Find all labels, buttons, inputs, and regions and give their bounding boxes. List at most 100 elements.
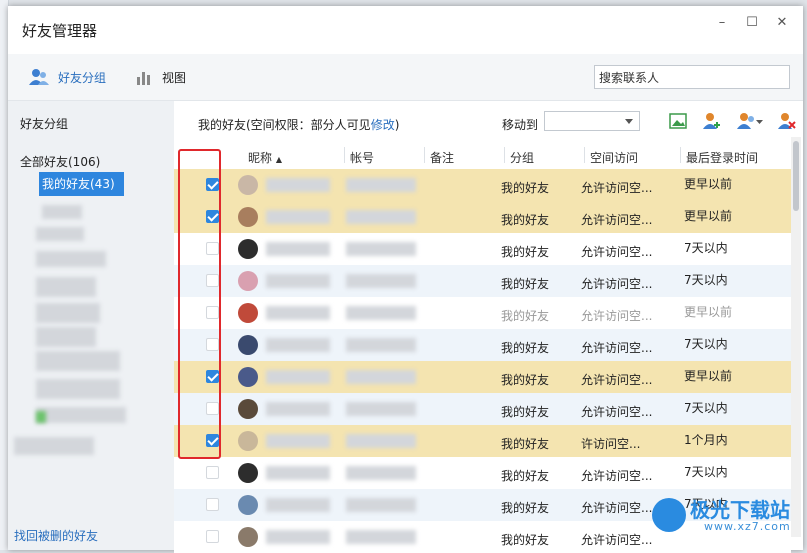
scrollbar-thumb[interactable] <box>793 141 799 211</box>
add-friend-icon[interactable] <box>702 111 722 131</box>
space-access-cell: 允许访问空... <box>581 277 653 291</box>
avatar <box>238 239 258 259</box>
blurred-account <box>346 530 416 544</box>
maximize-icon[interactable]: ☐ <box>741 12 763 34</box>
checkbox-highlight-box <box>178 149 221 459</box>
avatar <box>238 335 258 355</box>
sidebar-item-all-friends[interactable]: 全部好友(106) <box>20 153 100 170</box>
title-bar: 好友管理器 – ☐ ✕ <box>8 6 803 54</box>
blurred-group-item[interactable] <box>36 277 96 297</box>
sidebar: 好友分组 全部好友(106) 我的好友(43) 找回被删的好友 <box>8 101 175 550</box>
blurred-group-item[interactable] <box>14 437 94 455</box>
blurred-group-item[interactable] <box>42 205 82 219</box>
column-last-login[interactable]: 最后登录时间 <box>686 149 758 166</box>
watermark-icon <box>652 498 686 532</box>
space-access-cell: 允许访问空... <box>581 469 653 483</box>
avatar <box>238 431 258 451</box>
group-cell: 我的好友 <box>501 469 550 483</box>
column-remark[interactable]: 备注 <box>430 149 454 166</box>
blurred-account <box>346 178 416 192</box>
window-title: 好友管理器 <box>22 22 98 40</box>
table-row[interactable]: 我的好友 允许访问空... 更早以前 <box>174 201 791 233</box>
blurred-account <box>346 434 416 448</box>
last-login-cell: 更早以前 <box>684 177 733 191</box>
group-cell: 我的好友 <box>501 341 550 355</box>
space-access-cell: 允许访问空... <box>581 309 653 323</box>
space-access-cell: 允许访问空... <box>581 181 653 195</box>
watermark-url: www.xz7.com <box>704 520 791 533</box>
column-space-access[interactable]: 空间访问 <box>590 149 638 166</box>
blurred-account <box>346 402 416 416</box>
sort-up-icon: ▲ <box>275 155 282 164</box>
blurred-group-item[interactable] <box>36 327 96 347</box>
last-login-cell: 更早以前 <box>684 369 733 383</box>
green-status-icon <box>36 411 46 423</box>
blurred-account <box>346 466 416 480</box>
row-checkbox[interactable] <box>206 498 219 511</box>
blurred-group-item[interactable] <box>36 227 84 241</box>
blurred-nickname <box>266 242 330 256</box>
group-cell: 我的好友 <box>501 373 550 387</box>
blurred-group-item[interactable] <box>36 407 126 423</box>
move-to-dropdown[interactable] <box>544 111 640 131</box>
table-row[interactable]: 我的好友 允许访问空... 7天以内 <box>174 457 791 489</box>
table-row[interactable]: 我的好友 许访问空... 1个月内 <box>174 425 791 457</box>
blurred-nickname <box>266 274 330 288</box>
table-row[interactable]: 我的好友 允许访问空... 7天以内 <box>174 393 791 425</box>
last-login-cell: 7天以内 <box>684 337 728 351</box>
blurred-nickname <box>266 402 330 416</box>
sidebar-item-my-friends[interactable]: 我的好友(43) <box>39 172 124 196</box>
space-access-cell: 允许访问空... <box>581 213 653 227</box>
blurred-group-item[interactable] <box>36 351 120 371</box>
space-access-cell: 允许访问空... <box>581 341 653 355</box>
row-checkbox[interactable] <box>206 530 219 543</box>
blurred-nickname <box>266 210 330 224</box>
space-access-cell: 允许访问空... <box>581 373 653 387</box>
delete-friend-icon[interactable] <box>777 111 797 131</box>
last-login-cell: 更早以前 <box>684 305 733 319</box>
friend-dropdown-icon[interactable] <box>736 111 764 131</box>
blurred-nickname <box>266 306 330 320</box>
table-row[interactable]: 我的好友 允许访问空... 更早以前 <box>174 297 791 329</box>
table-row[interactable]: 我的好友 允许访问空... 更早以前 <box>174 169 791 201</box>
friend-list-panel: 我的好友(空间权限：部分人可见修改) 移动到 昵称 ▲ 帐号 备注 分组 空间访… <box>174 101 803 553</box>
search-input[interactable]: 搜索联系人 <box>594 65 790 89</box>
space-access-cell: 允许访问空... <box>581 533 653 547</box>
last-login-cell: 7天以内 <box>684 465 728 479</box>
avatar <box>238 495 258 515</box>
blurred-account <box>346 338 416 352</box>
blurred-group-item[interactable] <box>36 379 120 399</box>
column-nickname[interactable]: 昵称 ▲ <box>248 149 282 166</box>
avatar <box>238 303 258 323</box>
modify-permission-link[interactable]: 修改 <box>371 118 395 132</box>
minimize-icon[interactable]: – <box>711 12 733 34</box>
close-icon[interactable]: ✕ <box>771 12 793 34</box>
blurred-nickname <box>266 434 330 448</box>
blurred-group-item[interactable] <box>36 251 106 267</box>
space-access-cell: 允许访问空... <box>581 245 653 259</box>
column-group[interactable]: 分组 <box>510 149 534 166</box>
table-row[interactable]: 我的好友 允许访问空... 7天以内 <box>174 329 791 361</box>
blurred-nickname <box>266 530 330 544</box>
group-cell: 我的好友 <box>501 533 550 547</box>
blurred-nickname <box>266 370 330 384</box>
avatar <box>238 367 258 387</box>
row-checkbox[interactable] <box>206 466 219 479</box>
column-separator <box>504 147 505 163</box>
table-row[interactable]: 我的好友 允许访问空... 更早以前 <box>174 361 791 393</box>
table-row[interactable]: 我的好友 允许访问空... 7天以内 <box>174 265 791 297</box>
group-cell: 我的好友 <box>501 213 550 227</box>
view-tab[interactable]: 视图 <box>135 67 205 87</box>
column-account[interactable]: 帐号 <box>350 149 374 166</box>
blurred-group-item[interactable] <box>36 303 100 323</box>
blurred-account <box>346 306 416 320</box>
avatar <box>238 207 258 227</box>
restore-deleted-friends-link[interactable]: 找回被删的好友 <box>14 527 98 544</box>
toolbar: 好友分组 视图 搜索联系人 <box>8 54 803 101</box>
column-separator <box>584 147 585 163</box>
friend-image-icon[interactable] <box>668 111 688 131</box>
space-access-cell: 允许访问空... <box>581 501 653 515</box>
friend-group-tab[interactable]: 好友分组 <box>28 67 118 87</box>
table-row[interactable]: 我的好友 允许访问空... 7天以内 <box>174 233 791 265</box>
space-access-cell: 许访问空... <box>581 437 641 451</box>
